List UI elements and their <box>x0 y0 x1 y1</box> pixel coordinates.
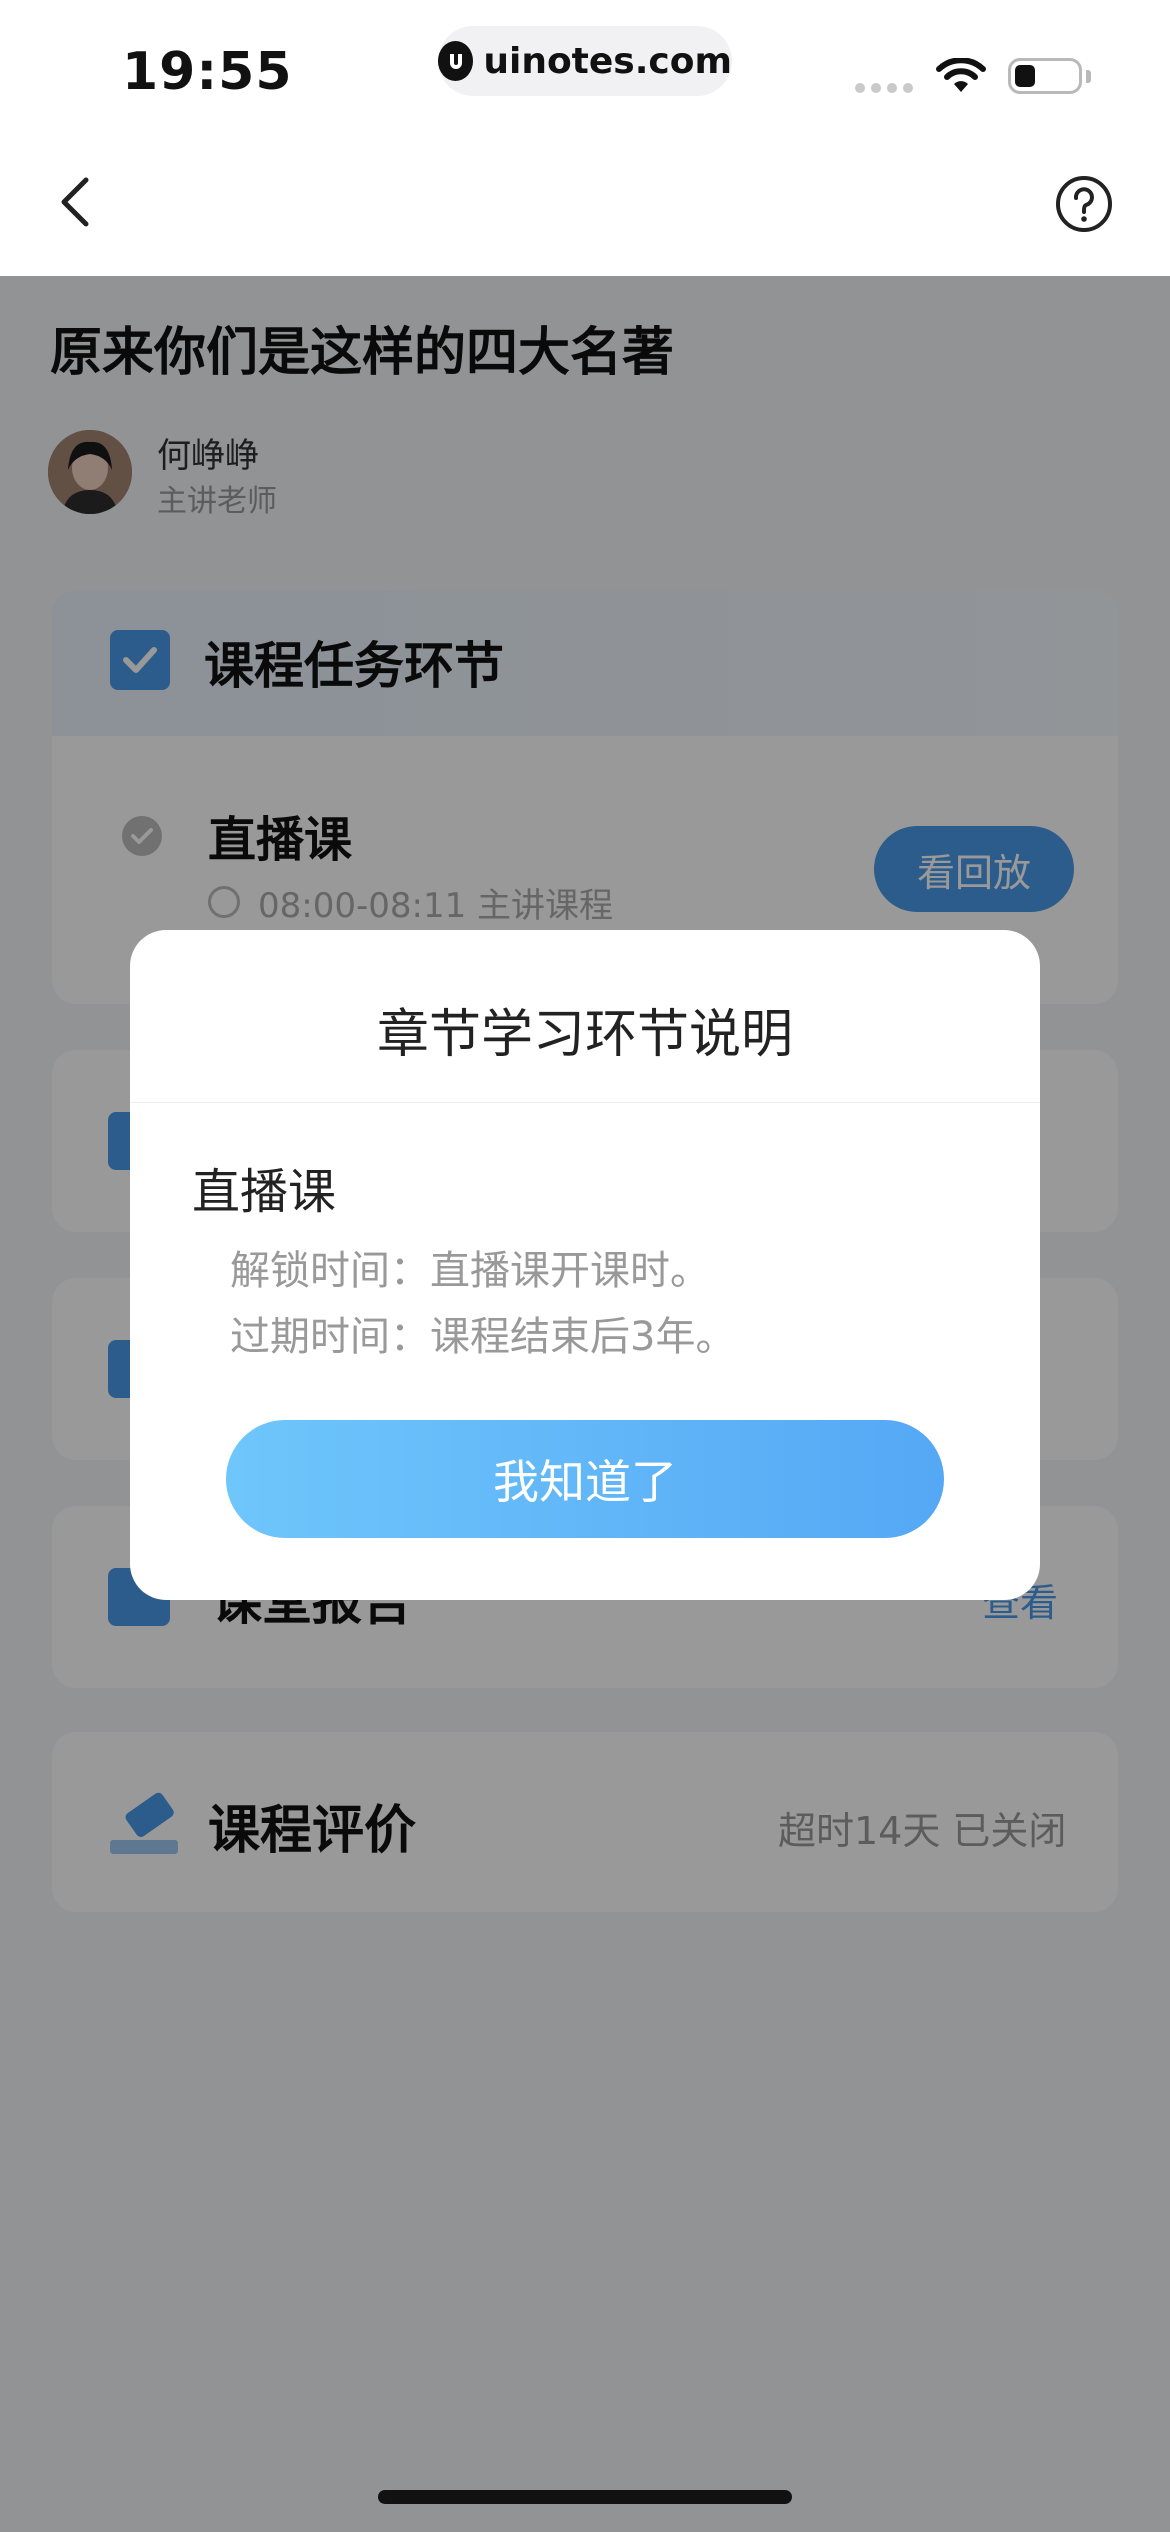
site-logo-icon <box>438 41 474 81</box>
url-text: uinotes.com <box>483 40 732 82</box>
status-time: 19:55 <box>122 42 293 102</box>
dialog-divider <box>130 1102 1040 1103</box>
home-indicator <box>378 2490 792 2504</box>
url-pill[interactable]: uinotes.com <box>438 26 732 96</box>
status-bar: 19:55 uinotes.com <box>0 0 1170 140</box>
signal-icon <box>855 83 913 93</box>
expire-time-text: 过期时间：课程结束后3年。 <box>230 1314 736 1360</box>
battery-icon <box>1008 58 1082 94</box>
nav-bar <box>0 140 1170 276</box>
back-icon[interactable] <box>42 162 112 242</box>
dialog-section-title: 直播课 <box>192 1164 337 1220</box>
confirm-button[interactable]: 我知道了 <box>226 1420 944 1538</box>
help-icon[interactable] <box>1054 174 1114 234</box>
battery-cap <box>1086 70 1091 83</box>
unlock-time-text: 解锁时间：直播课开课时。 <box>230 1248 710 1294</box>
dialog-title: 章节学习环节说明 <box>376 1005 793 1065</box>
info-dialog: 章节学习环节说明 直播课 解锁时间：直播课开课时。 过期时间：课程结束后3年。 … <box>130 930 1040 1600</box>
wifi-icon <box>936 58 986 92</box>
